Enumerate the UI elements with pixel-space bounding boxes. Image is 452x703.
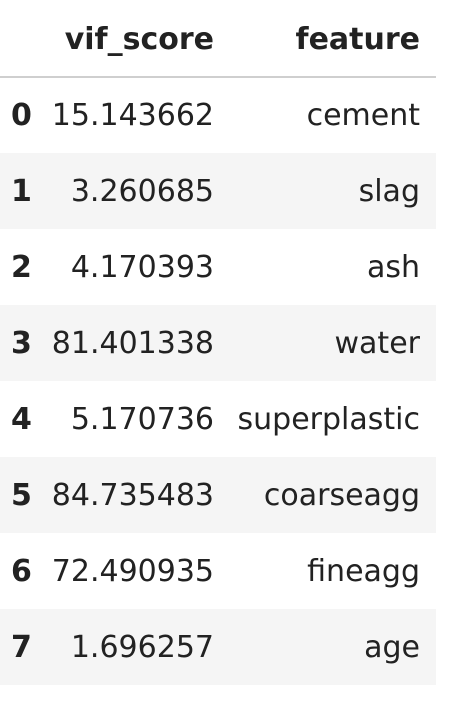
dataframe-table: vif_score feature 0 15.143662 cement 1 3… — [0, 3, 436, 685]
vif-score-cell: 4.170393 — [70, 249, 214, 285]
feature-cell: water — [334, 325, 420, 361]
vif-score-cell: 3.260685 — [70, 173, 214, 209]
table-row: 3 81.401338 water — [0, 305, 436, 381]
feature-cell: superplastic — [237, 401, 420, 437]
vif-score-cell: 5.170736 — [70, 401, 214, 437]
feature-cell: fineagg — [307, 553, 420, 589]
index-header — [0, 3, 40, 78]
table-header: vif_score feature — [0, 3, 436, 78]
row-index: 2 — [11, 249, 32, 285]
feature-cell: coarseagg — [263, 477, 420, 513]
table-row: 7 1.696257 age — [0, 609, 436, 685]
table-row: 1 3.260685 slag — [0, 153, 436, 229]
vif-score-header: vif_score — [40, 3, 214, 78]
feature-cell: slag — [358, 173, 420, 209]
feature-header: feature — [214, 3, 436, 78]
vif-score-cell: 81.401338 — [51, 325, 214, 361]
row-index: 0 — [11, 98, 32, 133]
feature-cell: cement — [306, 98, 420, 133]
table-row: 5 84.735483 coarseagg — [0, 457, 436, 533]
table-row: 6 72.490935 fineagg — [0, 533, 436, 609]
vif-score-cell: 15.143662 — [51, 98, 214, 133]
vif-score-cell: 84.735483 — [51, 477, 214, 513]
feature-cell: age — [364, 629, 420, 665]
table-body: 0 15.143662 cement 1 3.260685 slag 2 4.1… — [0, 77, 436, 685]
row-index: 5 — [11, 477, 32, 513]
table-row: 0 15.143662 cement — [0, 77, 436, 153]
header-row: vif_score feature — [0, 3, 436, 78]
feature-cell: ash — [366, 249, 420, 285]
row-index: 1 — [11, 173, 32, 209]
vif-score-cell: 1.696257 — [70, 629, 214, 665]
table-row: 4 5.170736 superplastic — [0, 381, 436, 457]
vif-score-cell: 72.490935 — [51, 553, 214, 589]
table-row: 2 4.170393 ash — [0, 229, 436, 305]
row-index: 3 — [11, 325, 32, 361]
row-index: 4 — [11, 401, 32, 437]
row-index: 7 — [11, 629, 32, 665]
row-index: 6 — [11, 553, 32, 589]
